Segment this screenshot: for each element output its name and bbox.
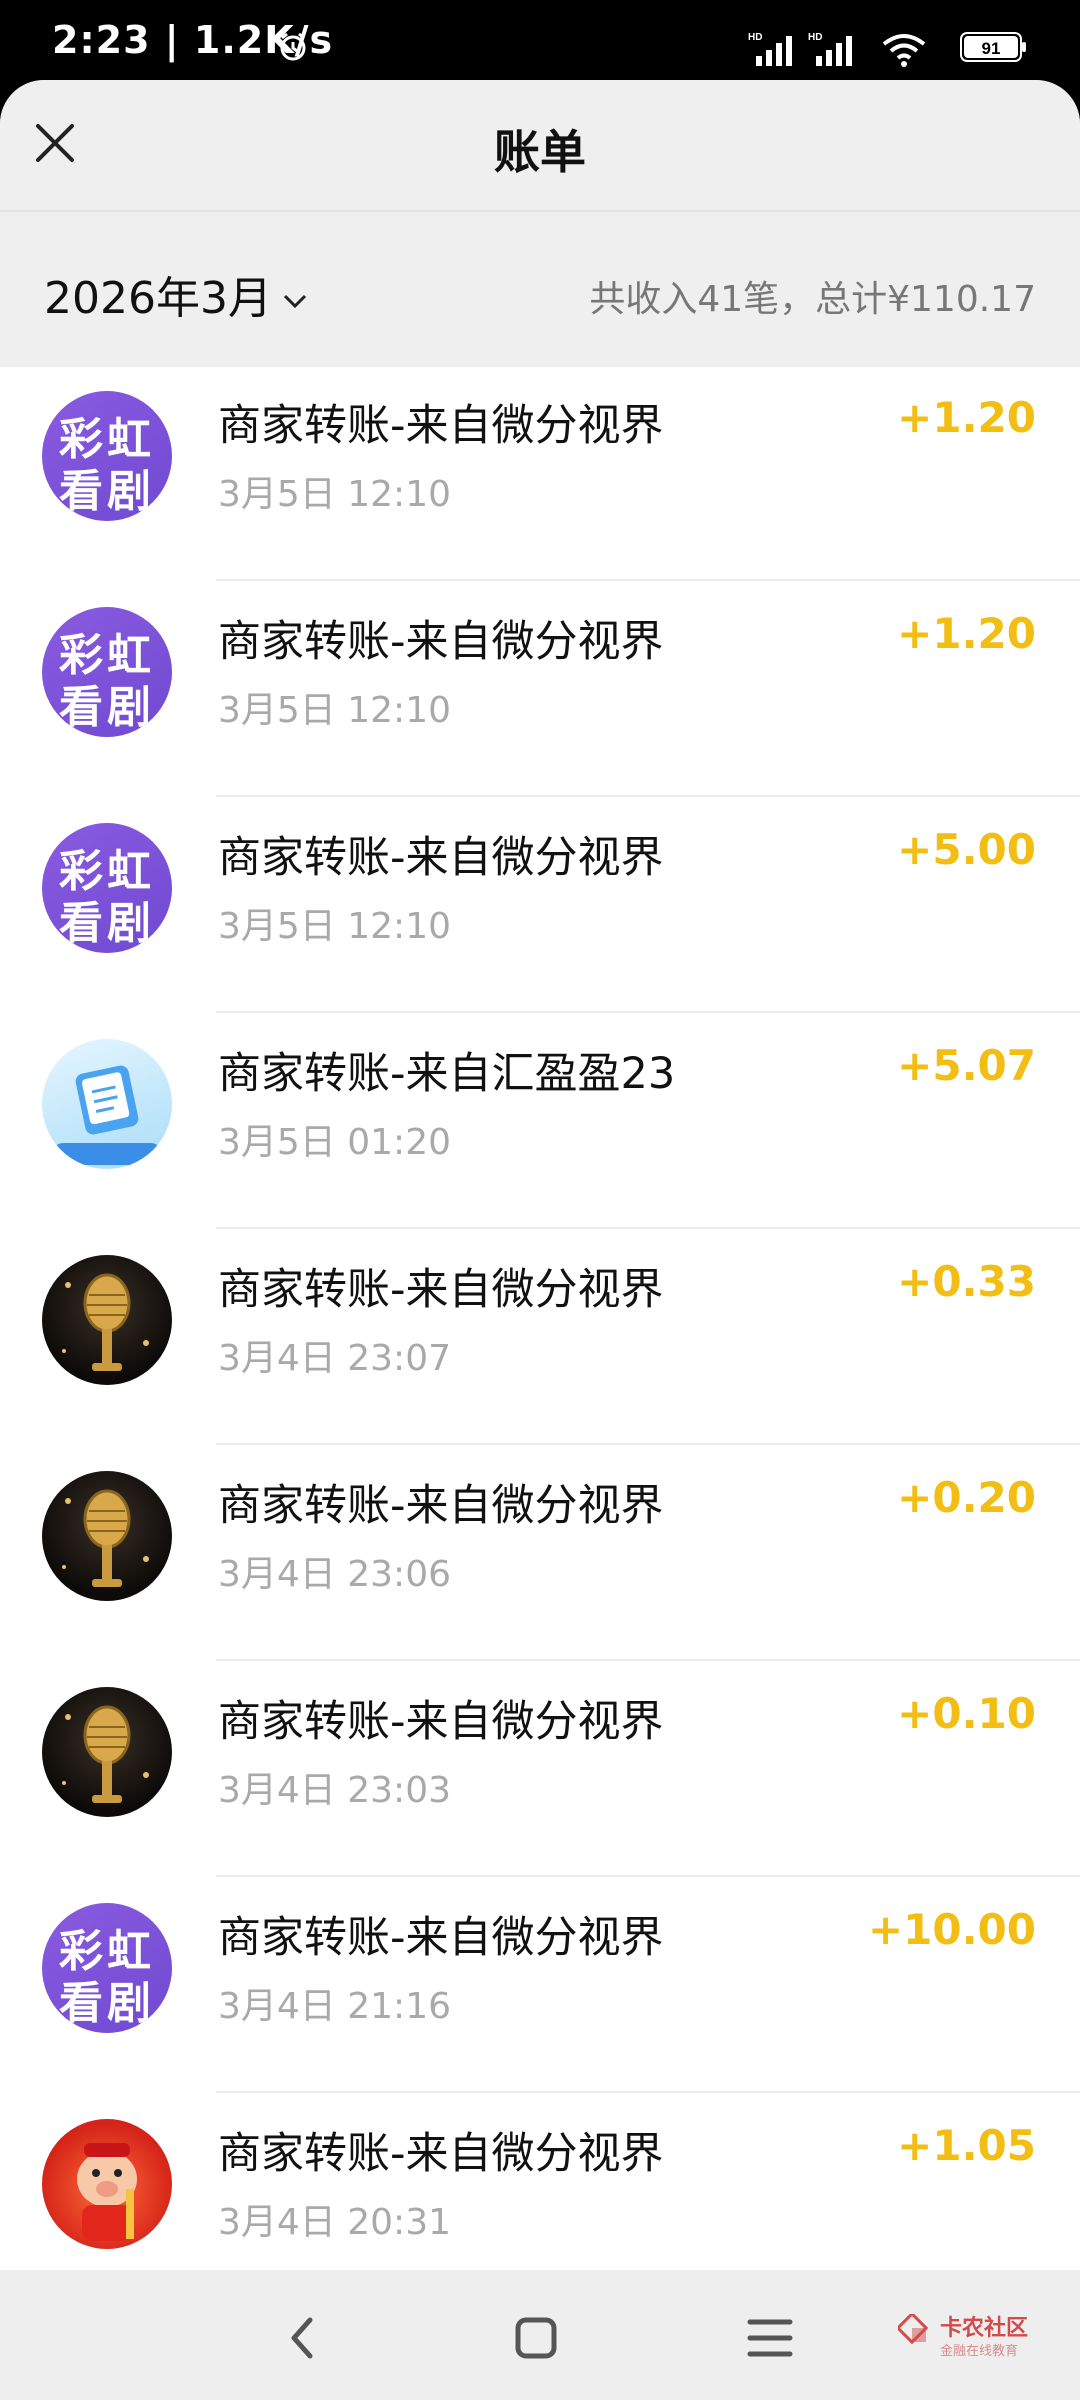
svg-text:HD: HD (748, 32, 762, 43)
merchant-avatar (42, 2119, 172, 2249)
watermark-title: 卡农社区 (940, 2316, 1029, 2341)
back-icon[interactable] (276, 2310, 332, 2366)
system-nav-bar: 卡农社区 金融在线教育 (0, 2270, 1080, 2400)
merchant-avatar (42, 1687, 172, 1817)
month-selector[interactable]: 2026年3月 (44, 262, 308, 326)
battery-icon: 91 (960, 32, 1026, 62)
transaction-title: 商家转账-来自微分视界 (218, 1481, 664, 1531)
transaction-amount: +0.33 (897, 1257, 1036, 1306)
signal-icon-2: HD (808, 32, 852, 66)
transaction-row[interactable]: 商家转账-来自微分视界 3月4日 23:07 +0.33 (0, 1229, 1080, 1445)
transaction-amount: +0.20 (897, 1473, 1036, 1522)
income-summary: 共收入41笔，总计¥110.17 (589, 279, 1036, 320)
merchant-avatar: 彩虹 看剧 (42, 1903, 172, 2033)
chevron-down-icon (283, 294, 307, 309)
transaction-title: 商家转账-来自微分视界 (218, 1697, 664, 1747)
avatar-text: 看剧 (59, 1978, 155, 2029)
transaction-title: 商家转账-来自微分视界 (218, 833, 664, 883)
transaction-time: 3月5日 12:10 (218, 906, 451, 947)
avatar-text: 看剧 (59, 682, 155, 733)
transaction-amount: +1.05 (897, 2121, 1036, 2170)
transaction-title: 商家转账-来自微分视界 (218, 1265, 664, 1315)
svg-text:HD: HD (808, 32, 822, 43)
microphone-icon (62, 1705, 149, 1803)
pig-mascot-icon (77, 2143, 137, 2241)
transaction-row[interactable]: 彩虹 看剧 商家转账-来自微分视界 3月5日 12:10 +1.20 (0, 581, 1080, 797)
transaction-row[interactable]: 彩虹 看剧 商家转账-来自微分视界 3月5日 12:10 +1.20 (0, 365, 1080, 581)
transaction-title: 商家转账-来自汇盈盈23 (218, 1049, 676, 1099)
transaction-title: 商家转账-来自微分视界 (218, 1913, 664, 1963)
merchant-avatar: 彩虹 看剧 (42, 607, 172, 737)
transaction-list: 彩虹 看剧 商家转账-来自微分视界 3月5日 12:10 +1.20 彩虹 看剧 商家转账-来… (0, 365, 1080, 2270)
merchant-avatar (42, 1471, 172, 1601)
avatar-text: 看剧 (59, 466, 155, 517)
transaction-time: 3月5日 12:10 (218, 474, 451, 515)
menu-icon[interactable] (742, 2310, 798, 2366)
transaction-row[interactable]: 商家转账-来自微分视界 3月4日 23:03 +0.10 (0, 1661, 1080, 1877)
avatar-text: 看剧 (59, 898, 155, 949)
microphone-icon (62, 1489, 149, 1587)
transaction-title: 商家转账-来自微分视界 (218, 617, 664, 667)
signal-icon: HD (748, 32, 792, 66)
transaction-time: 3月5日 12:10 (218, 690, 451, 731)
month-label: 2026年3月 (44, 273, 272, 324)
watermark-logo-icon (898, 2314, 929, 2345)
transaction-row[interactable]: 彩虹 看剧 商家转账-来自微分视界 3月4日 21:16 +10.00 (0, 1877, 1080, 2093)
microphone-icon (62, 1273, 149, 1371)
transaction-time: 3月5日 01:20 (218, 1122, 451, 1163)
book-icon (52, 1065, 162, 1165)
transaction-row[interactable]: 商家转账-来自微分视界 3月4日 20:31 +1.05 (0, 2093, 1080, 2270)
transaction-title: 商家转账-来自微分视界 (218, 401, 664, 451)
merchant-avatar: 彩虹 看剧 (42, 391, 172, 521)
merchant-avatar (42, 1255, 172, 1385)
alarm-icon (280, 32, 306, 61)
header: 账单 (0, 80, 1080, 210)
page-title: 账单 (494, 125, 586, 179)
wifi-icon (882, 34, 926, 67)
home-icon[interactable] (508, 2310, 564, 2366)
transaction-amount: +0.10 (897, 1689, 1036, 1738)
merchant-avatar: 彩虹 看剧 (42, 823, 172, 953)
transaction-time: 3月4日 23:03 (218, 1770, 451, 1811)
summary-bar: 2026年3月 共收入41笔，总计¥110.17 (0, 210, 1080, 367)
transaction-row[interactable]: 彩虹 看剧 商家转账-来自微分视界 3月5日 12:10 +5.00 (0, 797, 1080, 1013)
transaction-amount: +5.00 (897, 825, 1036, 874)
watermark-subtitle: 金融在线教育 (940, 2344, 1019, 2359)
transaction-amount: +1.20 (897, 609, 1036, 658)
status-bar: 2:23 | 1.2K/s HD HD 91 (0, 0, 1080, 80)
transaction-row[interactable]: 商家转账-来自汇盈盈23 3月5日 01:20 +5.07 (0, 1013, 1080, 1229)
svg-text:91: 91 (982, 39, 1001, 58)
transaction-title: 商家转账-来自微分视界 (218, 2129, 664, 2179)
transaction-time: 3月4日 20:31 (218, 2202, 451, 2243)
bill-sheet: 账单 2026年3月 共收入41笔，总计¥110.17 彩虹 看剧 商家转账-来自微… (0, 80, 1080, 2270)
transaction-amount: +1.20 (897, 393, 1036, 442)
transaction-time: 3月4日 21:16 (218, 1986, 451, 2027)
transaction-amount: +5.07 (897, 1041, 1036, 1090)
transaction-amount: +10.00 (867, 1905, 1036, 1954)
transaction-row[interactable]: 商家转账-来自微分视界 3月4日 23:06 +0.20 (0, 1445, 1080, 1661)
transaction-time: 3月4日 23:07 (218, 1338, 451, 1379)
transaction-time: 3月4日 23:06 (218, 1554, 451, 1595)
watermark: 卡农社区 金融在线教育 (898, 2308, 1038, 2368)
merchant-avatar (42, 1039, 172, 1169)
